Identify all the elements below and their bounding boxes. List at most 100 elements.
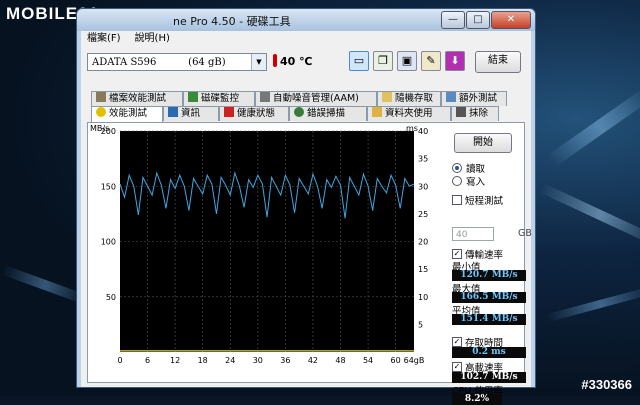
screen-icon: ▭ — [353, 54, 365, 67]
y-right-tick-label: 5 — [418, 320, 423, 329]
short-test-size-input[interactable]: 40 — [452, 227, 494, 241]
x-tick-label: 64gB — [404, 356, 425, 365]
benchmark-chart: MB/s ms 0 6 12 18 24 30 36 42 48 54 60 64gB20015010… — [90, 124, 428, 365]
grid-icon — [382, 92, 392, 102]
tab-error-scan[interactable]: 錯誤掃描 — [289, 106, 367, 121]
x-tick-label: 24 — [225, 356, 235, 365]
tab-label: 健康狀態 — [237, 108, 276, 119]
short-test-checkbox[interactable]: 短程測試 — [452, 193, 503, 207]
tab-row-bottom: 效能測試 資訊 健康狀態 錯誤掃描 資料夾使用 抹除 — [91, 106, 499, 122]
access-time-value: 0.2 ms — [452, 347, 526, 358]
tab-random-access[interactable]: 隨機存取 — [377, 91, 441, 106]
maximize-button[interactable]: □ — [466, 11, 490, 29]
menu-bar: 檔案(F) 說明(H) — [81, 31, 531, 47]
short-test-label: 短程測試 — [465, 196, 504, 207]
x-tick-label: 42 — [308, 356, 318, 365]
x-tick-label: 48 — [335, 356, 345, 365]
y-right-tick-label: 20 — [418, 238, 428, 247]
light-streak — [546, 86, 640, 168]
radio-empty-icon — [452, 176, 462, 186]
title-bar[interactable]: ne Pro 4.50 - 硬碟工具 — □ ✕ — [77, 9, 535, 31]
file-icon — [96, 92, 106, 102]
copy-button[interactable]: ❐ — [373, 51, 393, 71]
checkbox-empty-icon — [452, 195, 462, 205]
tab-file-benchmark[interactable]: 檔案效能測試 — [91, 91, 183, 106]
tab-label: 檔案效能測試 — [109, 93, 167, 104]
tab-label: 抹除 — [469, 108, 489, 119]
maximize-icon: □ — [473, 14, 483, 25]
write-radio[interactable]: 寫入 — [452, 174, 485, 188]
tab-benchmark[interactable]: 效能測試 — [91, 106, 163, 122]
tab-label: 自動噪音管理(AAM) — [273, 93, 359, 104]
start-button[interactable]: 開始 — [454, 133, 512, 153]
x-tick-label: 18 — [198, 356, 208, 365]
checkbox-checked-icon: ✓ — [452, 337, 462, 347]
menu-file[interactable]: 檔案(F) — [87, 31, 121, 47]
tab-label: 隨機存取 — [395, 93, 434, 104]
tab-row-top: 檔案效能測試 磁碟監控 自動噪音管理(AAM) 隨機存取 額外測試 — [91, 91, 507, 106]
tab-extra-tests[interactable]: 額外測試 — [441, 91, 507, 106]
download-button[interactable]: ⬇ — [445, 51, 465, 71]
y-right-tick-label: 40 — [418, 127, 428, 136]
save-button[interactable]: ▣ — [397, 51, 417, 71]
tab-label: 資訊 — [181, 108, 201, 119]
min-value: 120.7 MB/s — [452, 270, 526, 281]
exit-button[interactable]: 結束 — [475, 51, 521, 73]
y-left-tick-label: 100 — [101, 238, 116, 247]
tab-erase[interactable]: 抹除 — [451, 106, 499, 121]
x-tick-label: 54 — [363, 356, 373, 365]
y-right-tick-label: 10 — [418, 293, 428, 302]
burst-rate-value: 102.7 MB/s — [452, 372, 526, 383]
tab-label: 磁碟監控 — [201, 93, 240, 104]
drive-select[interactable]: ADATA S596 (64 gB) ▼ — [87, 53, 267, 71]
y-right-tick-label: 35 — [418, 155, 428, 164]
x-tick-label: 6 — [145, 356, 150, 365]
benchmark-panel: MB/s ms 0 6 12 18 24 30 36 42 48 54 60 64gB 200 150 10… — [87, 122, 532, 405]
tab-folder-usage[interactable]: 資料夾使用 — [367, 106, 451, 121]
read-radio[interactable]: 讀取 — [452, 161, 485, 175]
x-tick-label: 60 — [391, 356, 401, 365]
drive-select-value: ADATA S596 (64 gB) — [92, 57, 226, 68]
document-icon — [446, 92, 456, 102]
app-window: ne Pro 4.50 - 硬碟工具 — □ ✕ 檔案(F) 說明(H) ADA… — [76, 8, 536, 405]
avg-value: 151.4 MB/s — [452, 314, 526, 325]
checkbox-checked-icon: ✓ — [452, 249, 462, 259]
x-tick-label: 0 — [117, 356, 122, 365]
tab-health[interactable]: 健康狀態 — [219, 106, 289, 121]
minimize-button[interactable]: — — [441, 11, 465, 29]
window-title: ne Pro 4.50 - 硬碟工具 — [173, 15, 291, 28]
y-left-tick-label: 150 — [101, 182, 116, 191]
y-right-tick-label: 30 — [418, 182, 428, 191]
save-icon: ▣ — [401, 54, 413, 67]
monitor-icon — [188, 92, 198, 102]
tab-aam[interactable]: 自動噪音管理(AAM) — [255, 91, 377, 106]
lightbulb-icon — [96, 107, 106, 117]
y-right-tick-label: 25 — [418, 210, 428, 219]
light-streak — [545, 285, 640, 323]
max-value: 166.5 MB/s — [452, 292, 526, 303]
client-area: 檔案(F) 說明(H) ADATA S596 (64 gB) ▼ 40 ℃ ▭ … — [81, 31, 532, 405]
close-icon: ✕ — [506, 14, 516, 25]
tab-label: 資料夾使用 — [385, 108, 433, 119]
tab-disk-monitor[interactable]: 磁碟監控 — [183, 91, 255, 106]
post-watermark: #330366 — [581, 377, 632, 392]
download-icon: ⬇ — [450, 54, 460, 67]
short-test-unit: GB — [518, 228, 532, 239]
y-left-tick-label: 200 — [101, 127, 116, 136]
magnifier-icon — [294, 107, 304, 117]
temperature-readout: 40 ℃ — [273, 53, 312, 71]
tab-label: 效能測試 — [109, 108, 148, 119]
read-label: 讀取 — [466, 164, 486, 175]
screen-button[interactable]: ▭ — [349, 51, 369, 71]
thermometer-icon — [273, 54, 277, 67]
tab-info[interactable]: 資訊 — [163, 106, 219, 121]
y-left-tick-label: 50 — [106, 293, 116, 302]
x-tick-label: 30 — [253, 356, 263, 365]
x-tick-label: 36 — [280, 356, 290, 365]
settings-button[interactable]: ✎ — [421, 51, 441, 71]
menu-help[interactable]: 說明(H) — [135, 31, 170, 47]
temperature-value: 40 ℃ — [280, 55, 313, 68]
close-button[interactable]: ✕ — [491, 11, 531, 29]
settings-icon: ✎ — [426, 54, 436, 67]
x-tick-label: 12 — [170, 356, 180, 365]
